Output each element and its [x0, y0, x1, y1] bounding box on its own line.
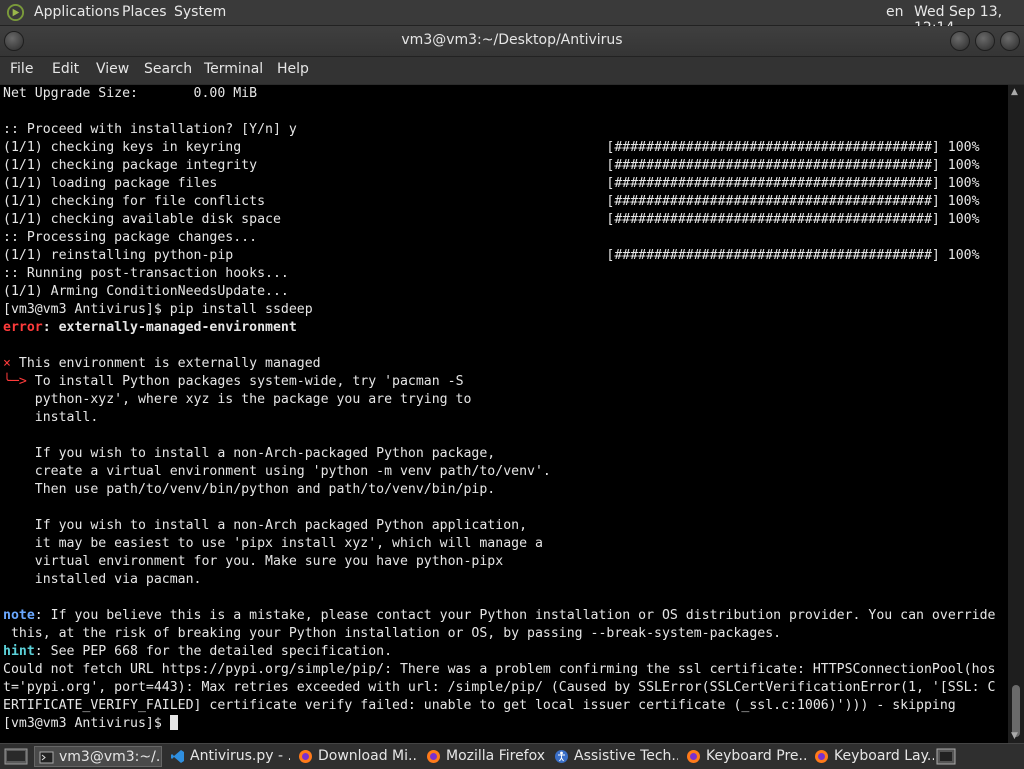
menu-edit[interactable]: Edit	[52, 61, 79, 77]
terminal-line: python-xyz', where xyz is the package yo…	[3, 392, 472, 407]
top-panel: Applications Places System en Wed Sep 13…	[0, 0, 1024, 36]
terminal-line: install.	[3, 410, 99, 425]
error-line: error: externally-managed-environment	[3, 319, 995, 337]
terminal-line: Then use path/to/venv/bin/python and pat…	[3, 482, 496, 497]
close-button[interactable]	[1000, 31, 1020, 51]
body-text: To install Python packages system-wide, …	[26, 374, 464, 389]
env-text: This environment is externally managed	[10, 356, 321, 371]
note-label: note	[3, 608, 35, 623]
menu-view[interactable]: View	[96, 61, 129, 77]
terminal-line: (1/1) checking for file conflicts [#####…	[3, 194, 980, 209]
applications-menu[interactable]: Applications	[34, 4, 120, 20]
terminal-line: virtual environment for you. Make sure y…	[3, 554, 504, 569]
taskbar-item[interactable]: Mozilla Firefox	[422, 746, 546, 767]
terminal-line: Net Upgrade Size: 0.00 MiB	[3, 86, 258, 101]
hint-label: hint	[3, 644, 35, 659]
taskbar-item[interactable]: Antivirus.py - ...	[166, 746, 290, 767]
window-title: vm3@vm3:~/Desktop/Antivirus	[401, 32, 623, 48]
taskbar-item[interactable]: vm3@vm3:~/...	[34, 746, 162, 767]
terminal-line: (1/1) checking package integrity [######…	[3, 158, 980, 173]
maximize-button[interactable]	[975, 31, 995, 51]
tree-arrow-icon: ╰─>	[3, 374, 27, 389]
system-menu[interactable]: System	[174, 4, 226, 20]
hint-line: hint: See PEP 668 for the detailed speci…	[3, 643, 995, 661]
note-line: note: If you believe this is a mistake, …	[3, 607, 995, 625]
hint-text: : See PEP 668 for the detailed specifica…	[34, 644, 393, 659]
taskbar-item[interactable]: Keyboard Pre...	[682, 746, 806, 767]
terminal-line: create a virtual environment using 'pyth…	[3, 464, 551, 479]
scroll-thumb[interactable]	[1012, 685, 1020, 737]
menu-search[interactable]: Search	[144, 61, 192, 77]
terminal-line: (1/1) checking keys in keyring [########…	[3, 140, 980, 155]
menu-file[interactable]: File	[10, 61, 33, 77]
bottom-taskbar: vm3@vm3:~/... Antivirus.py - ... Download …	[0, 743, 1024, 769]
taskbar-item[interactable]: Assistive Tech...	[550, 746, 678, 767]
firefox-icon	[427, 750, 440, 763]
terminal-line: t='pypi.org', port=443): Max retries exc…	[3, 680, 996, 695]
taskbar-item-label: Keyboard Lay...	[834, 748, 934, 764]
terminal-line: it may be easiest to use 'pipx install x…	[3, 536, 543, 551]
taskbar-item[interactable]: Download Mi...	[294, 746, 418, 767]
terminal-line: (1/1) reinstalling python-pip [#########…	[3, 248, 980, 263]
error-label: error	[3, 320, 43, 335]
terminal-line: :: Proceed with installation? [Y/n] y	[3, 122, 297, 137]
terminal-line: installed via pacman.	[3, 572, 202, 587]
keyboard-language-indicator[interactable]: en	[886, 4, 904, 20]
accessibility-icon	[555, 750, 568, 763]
body-first-line: ╰─> To install Python packages system-wi…	[3, 373, 995, 391]
taskbar-item-label: Assistive Tech...	[574, 748, 678, 764]
taskbar-item-label: Download Mi...	[318, 748, 418, 764]
terminal-output[interactable]: Net Upgrade Size: 0.00 MiB :: Proceed wi…	[0, 85, 1008, 743]
terminal-line: If you wish to install a non-Arch-packag…	[3, 446, 496, 461]
terminal-icon	[39, 751, 54, 764]
terminal-line: (1/1) checking available disk space [###…	[3, 212, 980, 227]
terminal-line: this, at the risk of breaking your Pytho…	[3, 626, 782, 641]
taskbar-item-label: Keyboard Pre...	[706, 748, 806, 764]
error-x-icon: ×	[3, 356, 11, 371]
scroll-up-icon[interactable]: ▲	[1011, 87, 1018, 97]
keyboard-icon	[815, 750, 828, 763]
scroll-down-icon[interactable]: ▼	[1011, 731, 1018, 741]
distro-logo-icon[interactable]	[6, 3, 25, 22]
terminal-line: (1/1) loading package files [###########…	[3, 176, 980, 191]
show-desktop-icon[interactable]	[4, 748, 28, 765]
taskbar-item-label: Mozilla Firefox	[446, 748, 546, 764]
firefox-icon	[299, 750, 312, 763]
terminal-line: [vm3@vm3 Antivirus]$ pip install ssdeep	[3, 302, 313, 317]
taskbar-item-label: vm3@vm3:~/...	[59, 749, 162, 765]
shell-prompt: [vm3@vm3 Antivirus]$	[3, 716, 170, 731]
text-cursor	[169, 715, 178, 730]
taskbar-item[interactable]: Keyboard Lay...	[810, 746, 934, 767]
error-text: : externally-managed-environment	[42, 320, 297, 335]
prompt-line[interactable]: [vm3@vm3 Antivirus]$	[3, 715, 995, 733]
taskbar-item-label: Antivirus.py - ...	[190, 748, 290, 764]
keyboard-icon	[687, 750, 700, 763]
terminal-line: If you wish to install a non-Arch packag…	[3, 518, 528, 533]
terminal-line: :: Processing package changes...	[3, 230, 258, 245]
terminal-line: ERTIFICATE_VERIFY_FAILED] certificate ve…	[3, 698, 956, 713]
terminal-line: Could not fetch URL https://pypi.org/sim…	[3, 662, 996, 677]
env-line: × This environment is externally managed	[3, 355, 995, 373]
places-menu[interactable]: Places	[122, 4, 167, 20]
minimize-button[interactable]	[950, 31, 970, 51]
note-text: : If you believe this is a mistake, plea…	[34, 608, 996, 623]
menu-help[interactable]: Help	[277, 61, 309, 77]
terminal-menu-bar: File Edit View Search Terminal Help	[0, 57, 1024, 84]
terminal-line: (1/1) Arming ConditionNeedsUpdate...	[3, 284, 289, 299]
window-title-bar[interactable]: vm3@vm3:~/Desktop/Antivirus	[0, 26, 1024, 57]
terminal-scrollbar[interactable]: ▲ ▼	[1008, 85, 1024, 743]
vscode-icon	[171, 750, 184, 763]
menu-terminal[interactable]: Terminal	[204, 61, 263, 77]
workspace-switcher-icon[interactable]	[936, 748, 956, 765]
terminal-line: :: Running post-transaction hooks...	[3, 266, 289, 281]
